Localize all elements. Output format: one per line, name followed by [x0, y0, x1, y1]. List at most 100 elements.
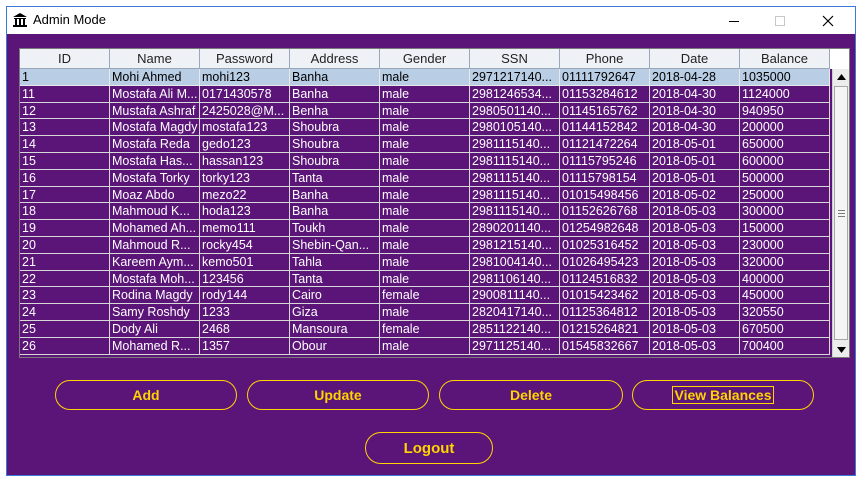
table-cell: Toukh [290, 220, 380, 237]
column-header[interactable]: Address [290, 49, 380, 68]
table-cell: Mustafa Ashraf [110, 102, 200, 120]
table-cell: 2018-04-30 [650, 119, 740, 137]
table-cell: 2820417140... [470, 304, 560, 321]
admin-window: Admin Mode ID Name Password Address Gender SS… [6, 6, 856, 476]
table-cell: 01015423462 [560, 287, 650, 305]
table-cell: 670500 [740, 320, 830, 338]
column-header[interactable]: Name [110, 49, 200, 68]
table-cell: hoda123 [200, 203, 290, 221]
scroll-up-button[interactable] [834, 69, 849, 85]
table-cell: 2018-05-03 [650, 220, 740, 237]
column-header[interactable]: Date [650, 49, 740, 68]
table-cell: 200000 [740, 119, 830, 137]
scroll-thumb[interactable] [834, 86, 848, 340]
close-icon [822, 15, 834, 26]
table-cell: 25 [20, 320, 110, 338]
table-cell: 2468 [200, 320, 290, 338]
table-cell: male [380, 136, 470, 153]
column-header[interactable]: Password [200, 49, 290, 68]
table-row[interactable]: 18 Mahmoud K... hoda123 Banha male 2981115140… [20, 203, 832, 221]
table-cell: 1035000 [740, 69, 830, 86]
table-row[interactable]: 25 Dody Ali 2468 Mansoura female 2851122140..… [20, 320, 832, 338]
table-cell: 2018-05-03 [650, 253, 740, 271]
table-cell: Mansoura [290, 320, 380, 338]
table-cell: Banha [290, 85, 380, 103]
table-cell: mohi123 [200, 69, 290, 86]
table-cell: 01144152842 [560, 119, 650, 137]
table-row[interactable]: 14 Mostafa Reda gedo123 Shoubra male 29811151… [20, 136, 832, 153]
table-cell: Mostafa Magdy [110, 119, 200, 137]
close-button[interactable] [805, 7, 851, 34]
table-cell: Mostafa Ali M... [110, 85, 200, 103]
table-row[interactable]: 1 Mohi Ahmed mohi123 Banha male 2971217140...… [20, 69, 832, 86]
table-cell: male [380, 203, 470, 221]
table-cell: 2018-04-28 [650, 69, 740, 86]
table-cell: male [380, 102, 470, 120]
delete-button-label: Delete [509, 387, 553, 403]
table-row[interactable]: 12 Mustafa Ashraf 2425028@M... Benha male 298… [20, 102, 832, 120]
add-button-label: Add [132, 387, 160, 403]
table-row[interactable]: 19 Mohamed Ah... memo111 Toukh male 289020114… [20, 220, 832, 237]
table-header: ID Name Password Address Gender SSN Phone Date B… [20, 49, 830, 69]
title-bar[interactable]: Admin Mode [7, 7, 855, 34]
table-cell: Tanta [290, 169, 380, 187]
table-cell: 2018-05-03 [650, 304, 740, 321]
table-row[interactable]: 13 Mostafa Magdy mostafa123 Shoubra male 2980… [20, 119, 832, 137]
table-row[interactable]: 17 Moaz Abdo mezo22 Banha male 2981115140... 0… [20, 186, 832, 204]
table-cell: 21 [20, 253, 110, 271]
table-cell: 1357 [200, 337, 290, 355]
table-row[interactable]: 22 Mostafa Moh... 123456 Tanta male 298110614… [20, 270, 832, 288]
table-cell: 01125364812 [560, 304, 650, 321]
table-cell: Banha [290, 186, 380, 204]
minimize-button[interactable] [711, 7, 757, 34]
column-header[interactable]: Balance [740, 49, 830, 68]
table-cell: 24 [20, 304, 110, 321]
table-row[interactable]: 15 Mostafa Has... hassan123 Shoubra male 2981… [20, 152, 832, 170]
table-row[interactable]: 26 Mohamed R... 1357 Obour male 2971125140...… [20, 337, 832, 355]
delete-button[interactable]: Delete [439, 380, 623, 410]
table-cell: 20 [20, 236, 110, 254]
vertical-scrollbar[interactable] [832, 69, 849, 357]
table-row[interactable]: 20 Mahmoud R... rocky454 Shebin-Qan... male 2… [20, 236, 832, 254]
table-cell: Mohi Ahmed [110, 69, 200, 86]
column-header[interactable]: Phone [560, 49, 650, 68]
table-cell: 01115795246 [560, 152, 650, 170]
table-cell: Mostafa Torky [110, 169, 200, 187]
table-cell: 01145165762 [560, 102, 650, 120]
column-header[interactable]: Gender [380, 49, 470, 68]
table-cell: 01026495423 [560, 253, 650, 271]
table-row[interactable]: 21 Kareem Aym... kemo501 Tahla male 298100414… [20, 253, 832, 271]
table-row[interactable]: 16 Mostafa Torky torky123 Tanta male 29811151… [20, 169, 832, 187]
table-cell: Benha [290, 102, 380, 120]
table-cell: Mohamed R... [110, 337, 200, 355]
table-cell: Shoubra [290, 152, 380, 170]
table-cell: 11 [20, 85, 110, 103]
minimize-icon [729, 20, 739, 22]
column-header[interactable]: ID [20, 49, 110, 68]
table-row[interactable]: 11 Mostafa Ali M... 0171430578 Banha male 298… [20, 85, 832, 103]
maximize-button[interactable] [757, 7, 803, 34]
window-title: Admin Mode [33, 12, 106, 27]
table-cell: 2981106140... [470, 270, 560, 288]
table-cell: Mohamed Ah... [110, 220, 200, 237]
table-cell: male [380, 85, 470, 103]
table-cell: 12 [20, 102, 110, 120]
table-cell: 2018-05-01 [650, 169, 740, 187]
table-cell: Shoubra [290, 119, 380, 137]
logout-button[interactable]: Logout [365, 432, 493, 464]
table-cell: 2981246534... [470, 85, 560, 103]
table-cell: rocky454 [200, 236, 290, 254]
table-cell: Samy Roshdy [110, 304, 200, 321]
table-cell: 01215264821 [560, 320, 650, 338]
bank-icon [13, 13, 27, 27]
arrow-down-icon [837, 347, 846, 353]
table-row[interactable]: 23 Rodina Magdy rody144 Cairo female 29008111… [20, 287, 832, 305]
update-button[interactable]: Update [247, 380, 429, 410]
scroll-down-button[interactable] [834, 342, 849, 357]
view-balances-button[interactable]: View Balances [632, 380, 814, 410]
column-header[interactable]: SSN [470, 49, 560, 68]
table-cell: male [380, 337, 470, 355]
table-row[interactable]: 24 Samy Roshdy 1233 Giza male 2820417140... 01… [20, 304, 832, 321]
add-button[interactable]: Add [55, 380, 237, 410]
table-cell: male [380, 220, 470, 237]
